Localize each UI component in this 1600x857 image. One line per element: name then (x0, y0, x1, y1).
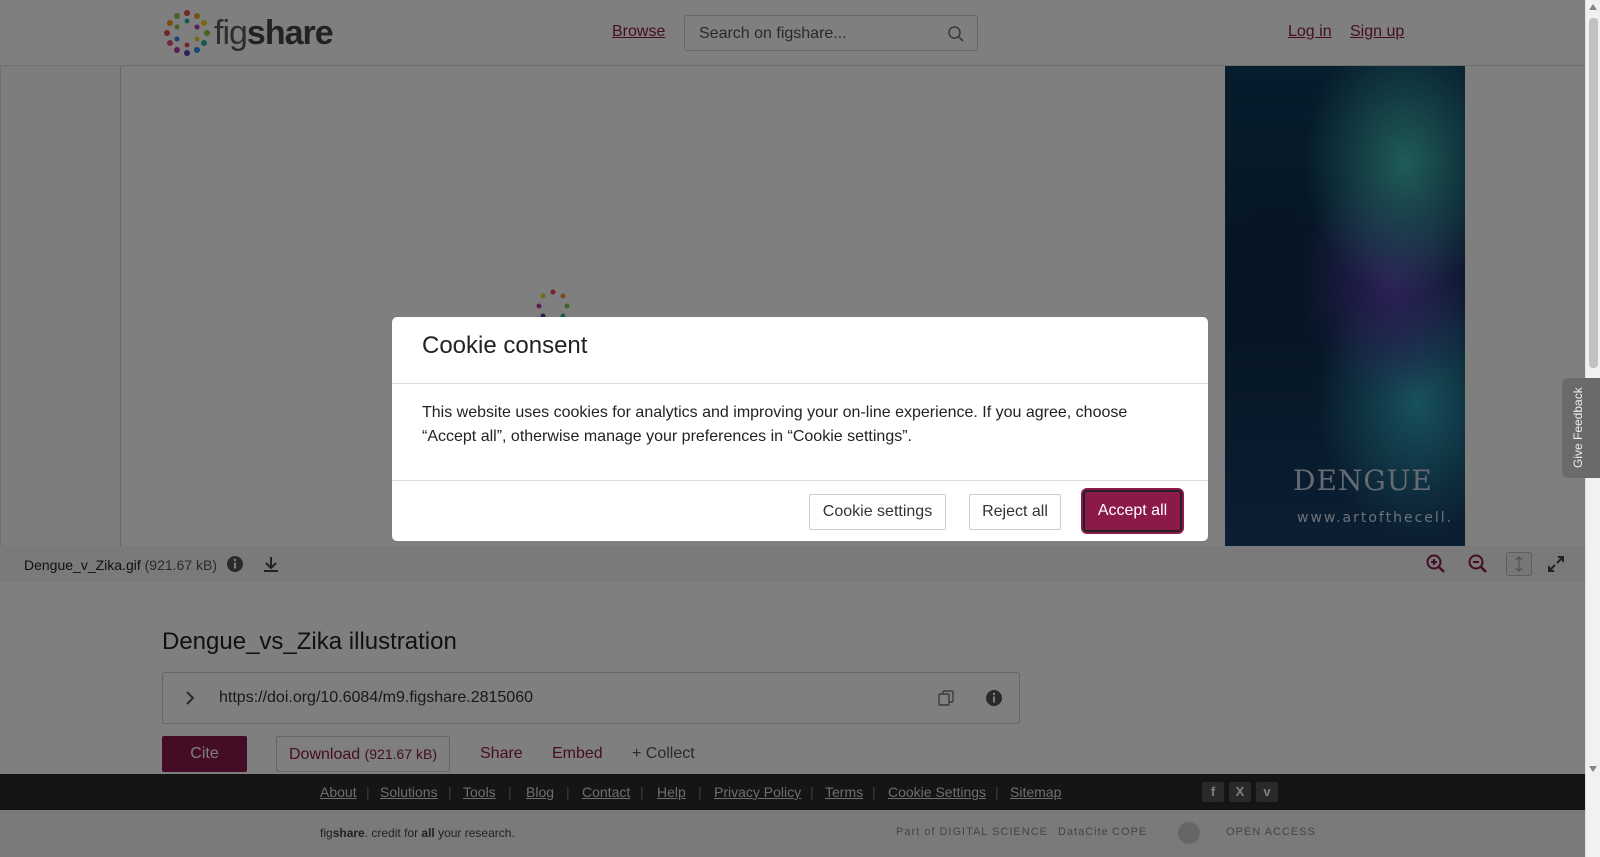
dialog-title: Cookie consent (422, 332, 588, 359)
scrollbar-thumb[interactable] (1589, 18, 1598, 368)
dialog-divider (392, 383, 1208, 384)
scroll-down-arrow-icon[interactable] (1589, 766, 1597, 772)
give-feedback-label: Give Feedback (1571, 387, 1585, 468)
scroll-up-arrow-icon[interactable] (1589, 4, 1597, 10)
reject-all-button[interactable]: Reject all (969, 494, 1061, 530)
dialog-divider (392, 480, 1208, 481)
cookie-consent-dialog: Cookie consent This website uses cookies… (392, 317, 1208, 541)
cookie-settings-button[interactable]: Cookie settings (809, 494, 946, 530)
dialog-body-text: This website uses cookies for analytics … (422, 404, 1128, 445)
accept-all-button[interactable]: Accept all (1083, 490, 1182, 532)
give-feedback-tab[interactable]: Give Feedback (1562, 378, 1600, 478)
